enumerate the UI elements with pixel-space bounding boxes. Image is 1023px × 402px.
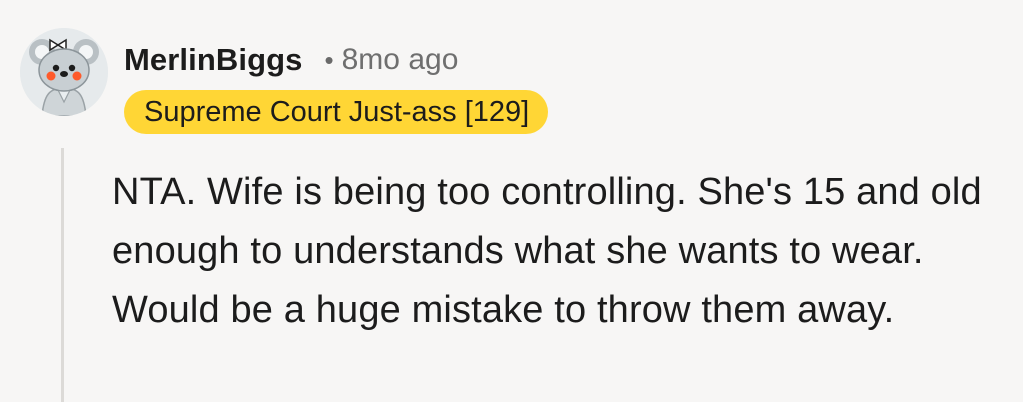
user-avatar[interactable] [20, 28, 108, 116]
comment-timestamp[interactable]: 8mo ago [342, 43, 459, 77]
thread-line[interactable] [61, 148, 64, 402]
author-username-link[interactable]: MerlinBiggs [124, 42, 303, 78]
comment-meta: MerlinBiggs • 8mo ago [124, 38, 458, 82]
user-flair-badge: Supreme Court Just-ass [129] [124, 90, 549, 134]
comment-body: NTA. Wife is being too controlling. She'… [112, 171, 982, 331]
meta-separator: • [324, 44, 334, 75]
snoo-avatar-icon [20, 28, 108, 116]
comment: MerlinBiggs • 8mo ago Supreme Court Just… [0, 0, 1023, 402]
